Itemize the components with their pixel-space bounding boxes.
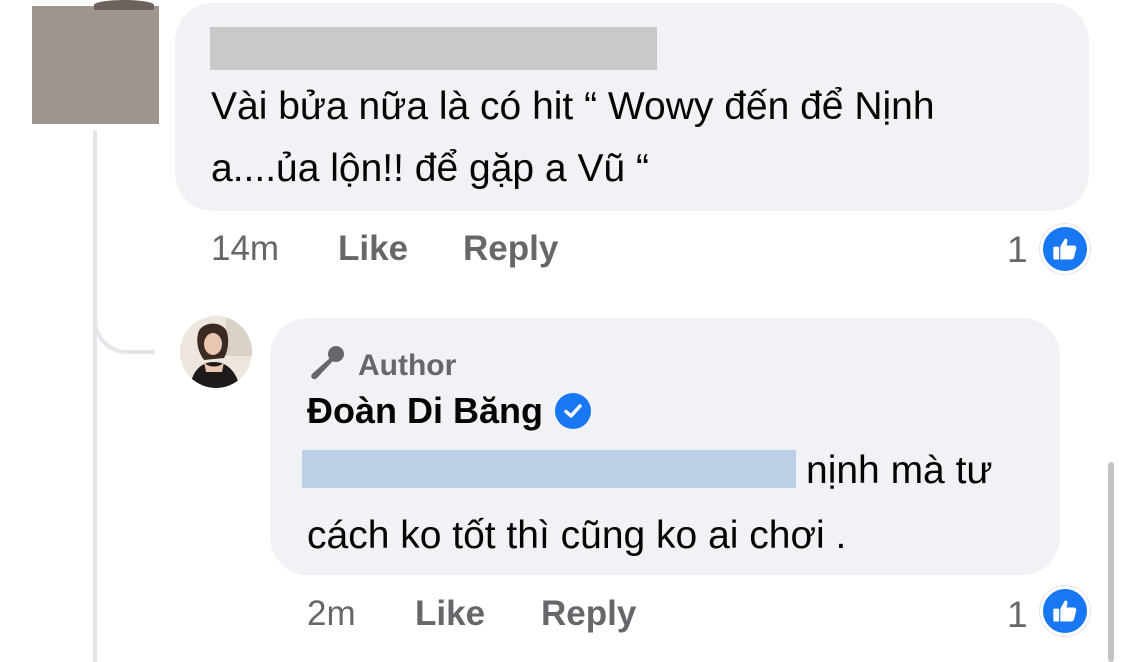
thread-line [93,130,97,662]
commenter-avatar-redacted[interactable] [32,0,159,124]
reply-text-line-2: cách ko tốt thì cũng ko ai chơi . [307,514,847,557]
author-name-row: Đoàn Di Băng [307,390,592,432]
author-name[interactable]: Đoàn Di Băng [307,390,543,432]
verified-check-icon [555,393,592,429]
reaction-count[interactable]: 1 [1007,594,1028,636]
avatar-edge [94,0,154,10]
author-badge: Author [308,343,456,388]
like-button[interactable]: Like [338,229,408,269]
author-avatar[interactable] [180,316,252,388]
redacted-mention [302,450,796,488]
reply-text-line-1: nịnh mà tư [806,449,993,492]
reply-timestamp[interactable]: 2m [307,594,356,634]
comment-timestamp[interactable]: 14m [211,229,279,269]
scrollbar[interactable] [1108,462,1114,662]
like-button[interactable]: Like [415,594,485,634]
author-badge-label: Author [358,348,457,382]
thumbs-up-icon[interactable] [1040,224,1090,274]
redacted-commenter-name [210,27,657,70]
reply-button[interactable]: Reply [463,229,558,269]
thread-connector [93,270,155,354]
thumbs-up-icon[interactable] [1040,586,1090,636]
microphone-icon [308,343,348,388]
comment-text-line-2: a....ủa lộn!! để gặp a Vũ “ [211,147,649,190]
reaction-count[interactable]: 1 [1007,229,1028,271]
reply-button[interactable]: Reply [541,594,636,634]
comment-text-line-1: Vài bửa nữa là có hit “ Wowy đến để Nịnh [211,85,935,128]
